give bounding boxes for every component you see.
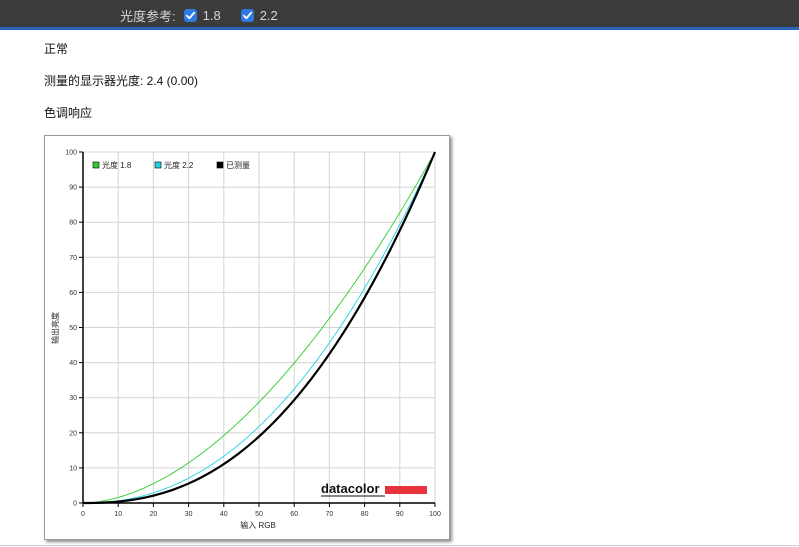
chart-ticks: 0 10 20 30 40 50 60 70 80 90 100 0 10 20 30 40 50 60 70 80 9… <box>65 150 441 519</box>
y-tick-label: 20 <box>69 430 77 437</box>
y-tick-label: 90 <box>69 185 77 192</box>
y-tick-label: 0 <box>73 501 77 508</box>
gamma-2-2-label[interactable]: 2.2 <box>260 8 278 23</box>
gamma-reference-label: 光度参考: <box>120 8 176 24</box>
x-tick-label: 40 <box>220 511 228 518</box>
x-tick-label: 10 <box>114 511 122 518</box>
bottom-divider <box>0 545 799 546</box>
x-axis-label: 输入 RGB <box>240 520 276 530</box>
chart-legend: 光度 1.8 光度 2.2 已测量 <box>92 160 250 170</box>
legend-swatch-3 <box>216 161 224 169</box>
chart-svg: 0 10 20 30 40 50 60 70 80 90 100 0 10 20 30 40 50 60 70 80 9… <box>50 150 441 531</box>
y-tick-label: 100 <box>65 150 77 157</box>
y-tick-label: 50 <box>69 325 77 332</box>
x-tick-label: 30 <box>185 511 193 518</box>
y-tick-label: 70 <box>69 255 77 262</box>
x-tick-label: 0 <box>81 511 85 518</box>
checkmark-icon <box>242 11 252 19</box>
x-tick-label: 100 <box>429 511 441 518</box>
datacolor-wordmark: datacolor <box>321 481 380 496</box>
gamma-1-8-checkbox[interactable] <box>183 8 197 22</box>
x-tick-label: 50 <box>255 511 263 518</box>
measured-gamma-label: 测量的显示器光度: 2.4 (0.00) <box>44 74 199 88</box>
y-tick-label: 10 <box>69 465 77 472</box>
toolbar-accent-line <box>0 27 799 30</box>
y-tick-label: 40 <box>69 360 77 367</box>
datacolor-logo: datacolor <box>321 481 427 497</box>
y-tick-label: 60 <box>69 290 77 297</box>
legend-label-3: 已测量 <box>226 161 250 170</box>
legend-swatch-1 <box>92 161 100 169</box>
y-tick-label: 30 <box>69 395 77 402</box>
mode-label: 正常 <box>44 42 69 56</box>
legend-label-2: 光度 2.2 <box>164 160 194 170</box>
x-tick-label: 80 <box>361 511 369 518</box>
y-axis-label: 输出亮度 <box>50 312 60 344</box>
gamma-reference-controls: 光度参考: 1.8 2.2 <box>120 6 278 24</box>
legend-swatch-2 <box>154 161 162 169</box>
legend-label-1: 光度 1.8 <box>102 160 132 170</box>
datacolor-red-bar <box>385 486 427 494</box>
tone-response-chart: 0 10 20 30 40 50 60 70 80 90 100 0 10 20 30 40 50 60 70 80 9… <box>44 135 450 540</box>
x-tick-label: 70 <box>326 511 334 518</box>
gamma-1-8-label[interactable]: 1.8 <box>203 8 221 23</box>
x-tick-label: 60 <box>290 511 298 518</box>
x-tick-label: 20 <box>150 511 158 518</box>
section-title: 色调响应 <box>44 106 93 120</box>
chart-grid <box>83 151 436 503</box>
gamma-2-2-checkbox[interactable] <box>240 8 254 22</box>
y-tick-label: 80 <box>69 220 77 227</box>
x-tick-label: 90 <box>396 511 404 518</box>
checkmark-icon <box>185 11 195 19</box>
